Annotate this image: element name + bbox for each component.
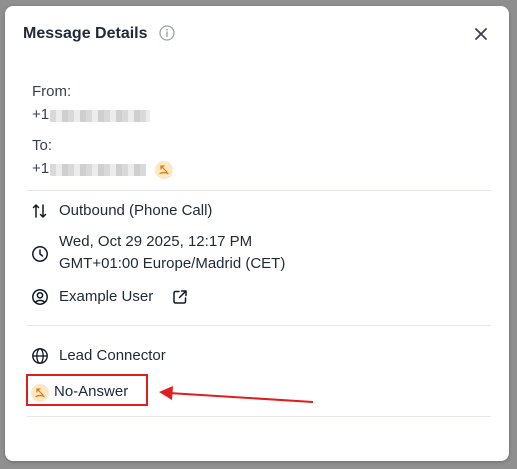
direction-text: Outbound (Phone Call) [59, 202, 213, 219]
missed-call-icon [155, 161, 173, 179]
annotation-arrow [159, 386, 314, 403]
to-number-prefix: +1 [32, 160, 50, 177]
user-link[interactable]: Example User [59, 286, 153, 308]
modal-title: Message Details [23, 25, 148, 42]
arrows-up-down-icon [31, 202, 49, 220]
from-number-prefix: +1 [32, 106, 50, 123]
from-label: From: [32, 83, 72, 100]
from-number-redacted [50, 110, 150, 122]
datetime-line2: GMT+01:00 Europe/Madrid (CET) [59, 255, 286, 272]
divider [27, 190, 491, 191]
datetime-line1: Wed, Oct 29 2025, 12:17 PM [59, 233, 253, 250]
modal-header: Message Details [5, 6, 509, 64]
divider [27, 325, 491, 326]
external-link-icon[interactable] [171, 288, 189, 306]
divider [27, 416, 491, 417]
source-text: Lead Connector [59, 347, 166, 364]
info-icon[interactable] [159, 25, 175, 41]
message-details-modal: Message Details From: +1 To: +1 Outbound… [5, 6, 509, 461]
close-icon [475, 28, 487, 40]
close-button[interactable] [473, 26, 489, 42]
clock-icon [31, 245, 49, 263]
annotation-highlight-box [26, 374, 148, 406]
to-number-redacted [50, 164, 146, 176]
globe-icon [31, 347, 49, 365]
to-label: To: [32, 137, 53, 154]
user-circle-icon [31, 288, 49, 306]
